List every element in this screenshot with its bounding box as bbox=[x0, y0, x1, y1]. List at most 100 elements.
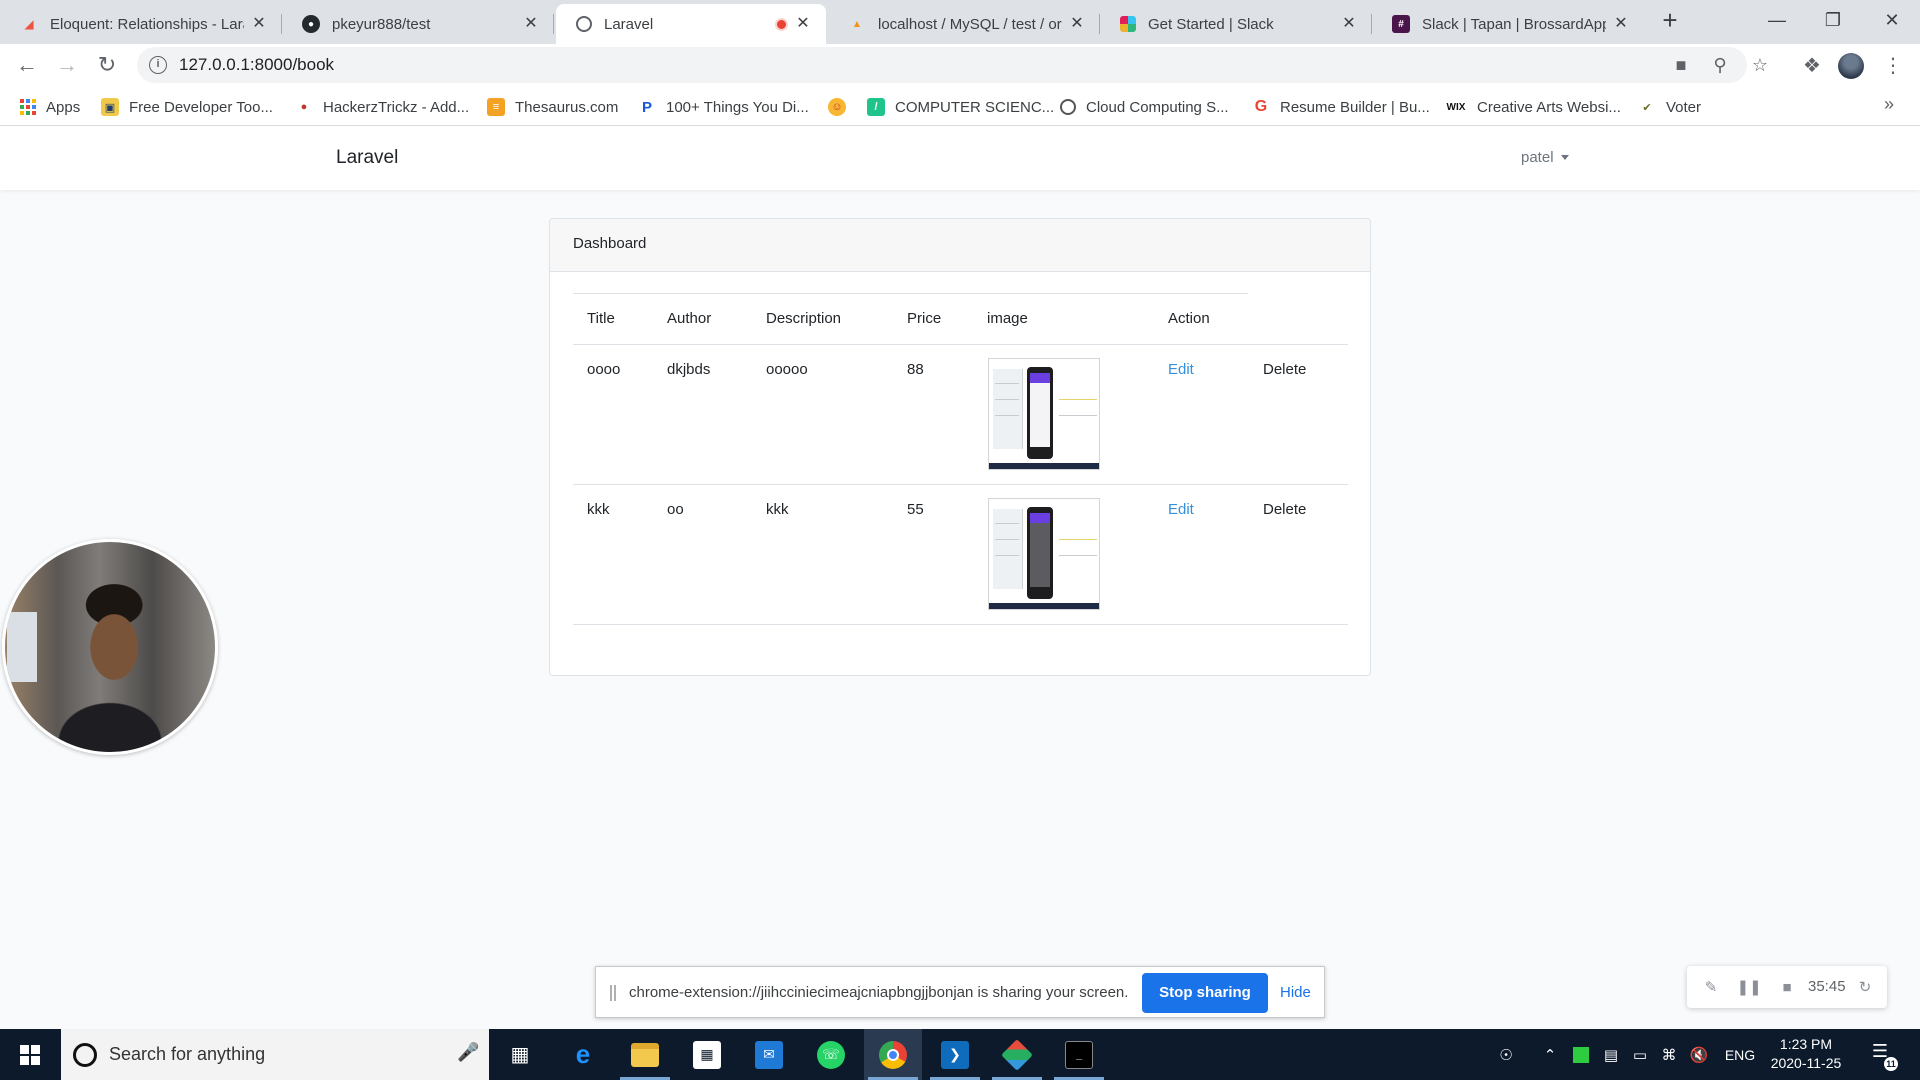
thumb-line bbox=[995, 399, 1019, 400]
tab-phpmyadmin[interactable]: ▲ localhost / MySQL / test / or ✕ bbox=[828, 4, 1100, 44]
language-indicator[interactable]: ENG bbox=[1720, 1029, 1760, 1080]
delete-button[interactable]: Delete bbox=[1263, 361, 1306, 378]
taskbar-edge[interactable]: e bbox=[554, 1029, 612, 1080]
bookmark-hackerztrickz[interactable]: ● HackerzTrickz - Add... bbox=[295, 96, 469, 118]
clock-date: 2020-11-25 bbox=[1770, 1055, 1842, 1071]
profile-avatar[interactable] bbox=[1838, 53, 1864, 79]
close-tab-icon[interactable]: ✕ bbox=[1612, 15, 1630, 33]
tray-app-icon[interactable] bbox=[1570, 1029, 1592, 1080]
recording-indicator-icon bbox=[775, 17, 788, 31]
bookmark-computer-science[interactable]: / COMPUTER SCIENC... bbox=[867, 96, 1054, 118]
bookmark-resume-builder[interactable]: G Resume Builder | Bu... bbox=[1252, 96, 1430, 118]
windows-logo-icon bbox=[20, 1044, 40, 1065]
bookmarks-bar: Apps ▣ Free Developer Too... ● HackerzTr… bbox=[0, 86, 1920, 126]
bookmark-label: HackerzTrickz - Add... bbox=[323, 98, 470, 116]
taskbar-chrome[interactable] bbox=[864, 1029, 922, 1080]
action-center-icon[interactable]: ☰ 11 bbox=[1866, 1041, 1898, 1071]
bookmarks-overflow-icon[interactable]: » bbox=[1884, 94, 1894, 115]
people-icon[interactable]: ☉ bbox=[1494, 1029, 1518, 1080]
zoom-icon[interactable]: ⚲ bbox=[1708, 53, 1732, 77]
taskbar-vscode[interactable]: ❯ bbox=[926, 1029, 984, 1080]
app-navbar: Laravel patel bbox=[0, 127, 1920, 190]
brand-link[interactable]: Laravel bbox=[336, 147, 398, 169]
taskbar-mail[interactable]: ✉ bbox=[740, 1029, 798, 1080]
restore-button[interactable]: ❐ bbox=[1805, 0, 1861, 40]
tab-slack-workspace[interactable]: # Slack | Tapan | BrossardAppD ✕ bbox=[1372, 4, 1644, 44]
taskbar-store[interactable]: ▦ bbox=[678, 1029, 736, 1080]
bookmark-cloud-computing[interactable]: Cloud Computing S... bbox=[1060, 96, 1229, 118]
stop-sharing-button[interactable]: Stop sharing bbox=[1142, 973, 1268, 1013]
bookmark-star-icon[interactable]: ☆ bbox=[1748, 53, 1772, 77]
tab-laravel[interactable]: Laravel ✕ bbox=[556, 4, 826, 44]
reload-icon[interactable]: ↻ bbox=[92, 50, 122, 80]
cell-title: oooo bbox=[587, 361, 621, 378]
battery-icon[interactable]: ▭ bbox=[1629, 1029, 1651, 1080]
wifi-icon[interactable]: ⌘ bbox=[1658, 1029, 1680, 1080]
minimize-button[interactable]: — bbox=[1749, 0, 1805, 40]
bookmark-apps[interactable]: Apps bbox=[20, 96, 80, 118]
bookmark-100-things[interactable]: P 100+ Things You Di... bbox=[638, 96, 809, 118]
phpmyadmin-icon: ▲ bbox=[852, 18, 862, 30]
new-tab-button[interactable]: + bbox=[1655, 6, 1685, 36]
task-view-icon: ▦ bbox=[510, 1044, 530, 1066]
page-content: Laravel patel Dashboard Title Author Des… bbox=[0, 127, 1920, 1029]
taskbar-git[interactable] bbox=[988, 1029, 1046, 1080]
user-dropdown[interactable]: patel bbox=[1521, 149, 1569, 166]
forward-arrow-icon[interactable]: → bbox=[52, 50, 82, 80]
close-tab-icon[interactable]: ✕ bbox=[522, 15, 540, 33]
taskbar-terminal[interactable]: _ bbox=[1050, 1029, 1108, 1080]
close-tab-icon[interactable]: ✕ bbox=[1340, 15, 1358, 33]
edit-link[interactable]: Edit bbox=[1168, 501, 1194, 518]
pen-icon[interactable]: ✎ bbox=[1701, 977, 1721, 997]
close-tab-icon[interactable]: ✕ bbox=[250, 15, 268, 33]
taskbar-file-explorer[interactable] bbox=[616, 1029, 674, 1080]
drag-handle-icon[interactable] bbox=[610, 985, 616, 1001]
table-top-border bbox=[573, 293, 1248, 294]
taskbar-search[interactable]: Search for anything 🎤 bbox=[61, 1029, 489, 1080]
bookmark-favicon-icon: P bbox=[641, 98, 652, 116]
menu-kebab-icon[interactable]: ⋮ bbox=[1878, 50, 1908, 80]
address-bar[interactable]: i 127.0.0.1:8000/book ■ ⚲ ☆ bbox=[137, 47, 1768, 83]
hide-button[interactable]: Hide bbox=[1280, 984, 1311, 1001]
tray-chevron-icon[interactable]: ⌃ bbox=[1540, 1029, 1560, 1080]
github-icon: ● bbox=[302, 15, 320, 33]
tab-eloquent[interactable]: ◢ Eloquent: Relationships - Lara ✕ bbox=[0, 4, 282, 44]
start-button[interactable] bbox=[0, 1029, 60, 1080]
edit-link[interactable]: Edit bbox=[1168, 361, 1194, 378]
apps-grid-icon bbox=[20, 99, 36, 115]
close-tab-icon[interactable]: ✕ bbox=[1068, 15, 1086, 33]
cell-description: ooooo bbox=[766, 361, 808, 378]
bookmark-voter[interactable]: ✔ Voter bbox=[1638, 96, 1701, 118]
notification-count: 11 bbox=[1884, 1057, 1898, 1071]
header-description: Description bbox=[766, 310, 842, 327]
camera-icon[interactable]: ■ bbox=[1669, 53, 1693, 77]
back-arrow-icon[interactable]: ← bbox=[12, 50, 42, 80]
thumb-line bbox=[1059, 415, 1097, 416]
microphone-icon[interactable]: 🎤 bbox=[457, 1042, 479, 1066]
windows-taskbar: Search for anything 🎤 ▦ e ▦ ✉ ☏ ❯ _ ☉ ⌃ … bbox=[0, 1029, 1920, 1080]
tray-security-icon[interactable]: ▤ bbox=[1600, 1029, 1622, 1080]
stop-icon[interactable]: ■ bbox=[1777, 977, 1797, 997]
bookmark-label: Voter bbox=[1666, 98, 1702, 116]
close-window-button[interactable]: ✕ bbox=[1864, 0, 1920, 40]
bookmark-label: Resume Builder | Bu... bbox=[1280, 98, 1430, 116]
delete-button[interactable]: Delete bbox=[1263, 501, 1306, 518]
restart-icon[interactable]: ↻ bbox=[1855, 977, 1875, 997]
bookmark-free-developer-tools[interactable]: ▣ Free Developer Too... bbox=[101, 96, 273, 118]
bookmark-emoji[interactable]: ☺ bbox=[828, 96, 856, 118]
site-info-icon[interactable]: i bbox=[149, 56, 167, 74]
close-tab-icon[interactable]: ✕ bbox=[794, 15, 812, 33]
system-clock[interactable]: 1:23 PM 2020-11-25 bbox=[1764, 1035, 1848, 1073]
url-text[interactable]: 127.0.0.1:8000/book bbox=[179, 55, 334, 75]
tab-slack-get-started[interactable]: Get Started | Slack ✕ bbox=[1100, 4, 1372, 44]
task-view-button[interactable]: ▦ bbox=[491, 1029, 549, 1080]
webcam-overlay[interactable] bbox=[2, 539, 218, 755]
tab-github[interactable]: ● pkeyur888/test ✕ bbox=[282, 4, 554, 44]
cell-price: 88 bbox=[907, 361, 924, 378]
volume-muted-icon[interactable]: 🔇 bbox=[1688, 1029, 1710, 1080]
extensions-puzzle-icon[interactable]: ❖ bbox=[1797, 50, 1827, 80]
bookmark-creative-arts[interactable]: WIX Creative Arts Websi... bbox=[1445, 96, 1621, 118]
bookmark-thesaurus[interactable]: ≡ Thesaurus.com bbox=[487, 96, 618, 118]
pause-icon[interactable]: ❚❚ bbox=[1736, 977, 1761, 997]
taskbar-whatsapp[interactable]: ☏ bbox=[802, 1029, 860, 1080]
